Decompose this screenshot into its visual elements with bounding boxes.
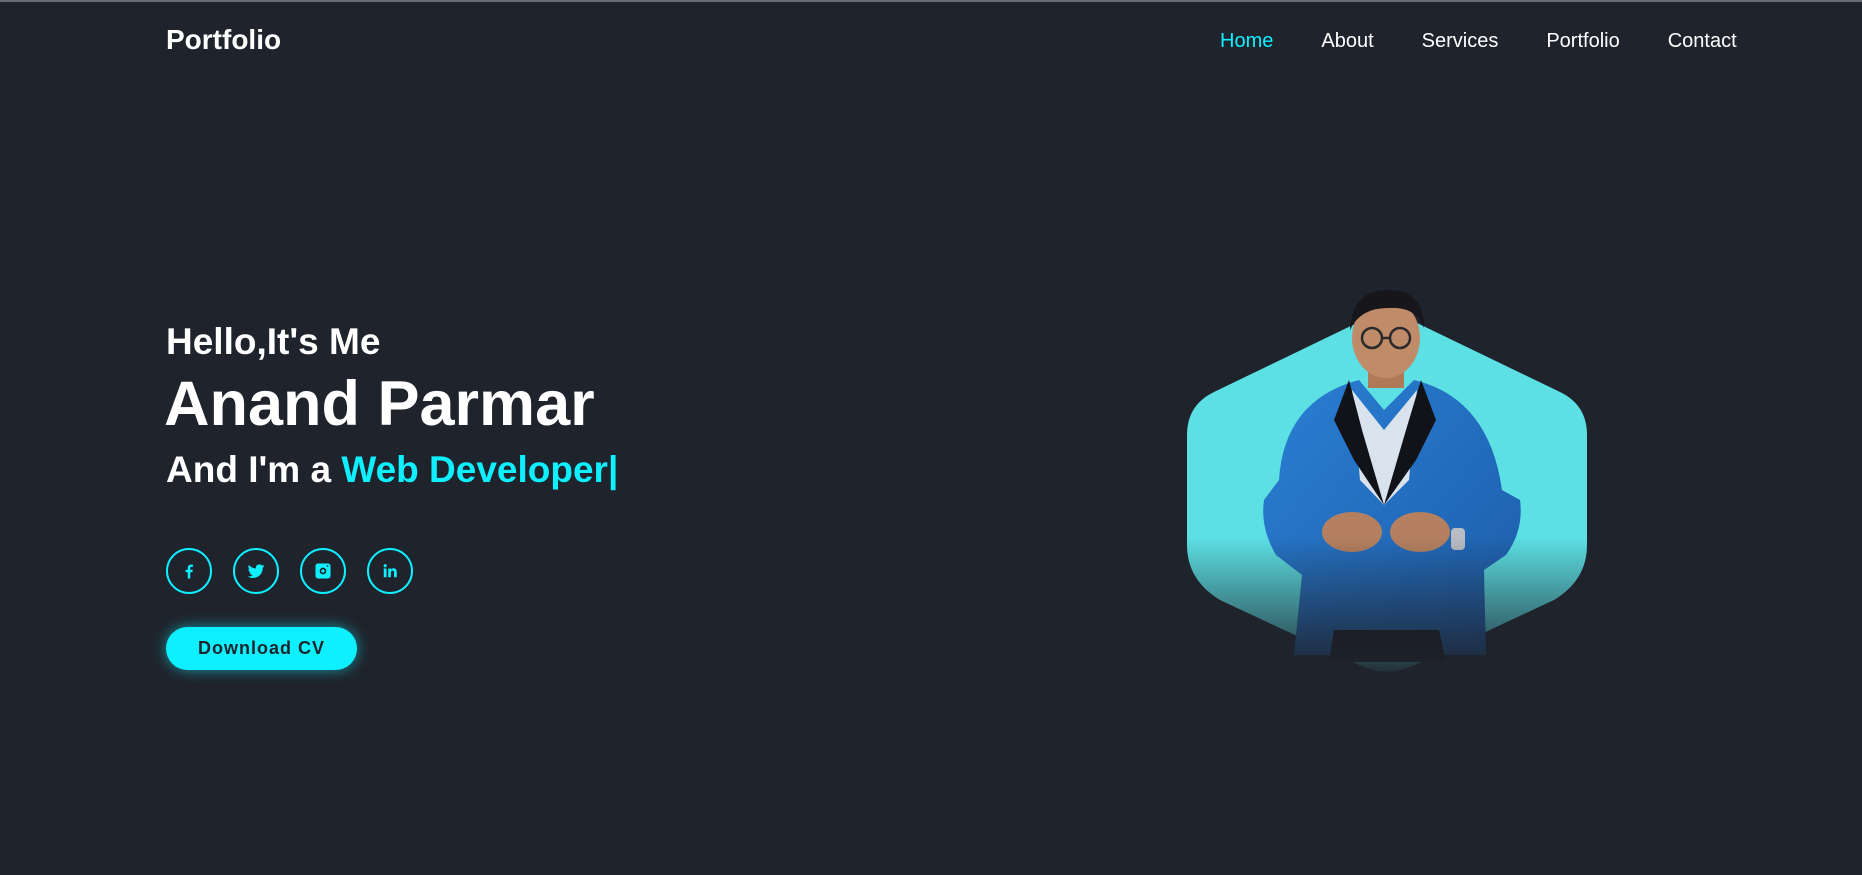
- instagram-link[interactable]: [300, 548, 346, 594]
- linkedin-link[interactable]: [367, 548, 413, 594]
- twitter-icon: [247, 564, 265, 578]
- download-cv-button[interactable]: Download CV: [166, 627, 357, 670]
- site-logo[interactable]: Portfolio: [166, 24, 281, 56]
- role-prefix: And I'm a: [166, 448, 342, 490]
- nav-portfolio[interactable]: Portfolio: [1546, 30, 1619, 53]
- social-links: [166, 548, 434, 594]
- profile-photo: [1184, 280, 1590, 675]
- nav-about[interactable]: About: [1321, 30, 1373, 53]
- nav-contact[interactable]: Contact: [1668, 30, 1737, 53]
- instagram-icon: [315, 563, 331, 579]
- facebook-link[interactable]: [166, 548, 212, 594]
- hero-name: Anand Parmar: [164, 369, 595, 440]
- profile-illustration: [1184, 280, 1590, 675]
- nav-services[interactable]: Services: [1422, 30, 1499, 53]
- hero-greeting: Hello,It's Me: [166, 321, 381, 362]
- nav-home[interactable]: Home: [1220, 30, 1273, 53]
- main-nav: Home About Services Portfolio Contact: [1220, 30, 1785, 53]
- hero-role: And I'm a Web Developer|: [166, 448, 618, 492]
- linkedin-icon: [383, 564, 397, 578]
- facebook-icon: [185, 564, 193, 579]
- role-highlight: Web Developer|: [341, 448, 619, 490]
- site-header: Portfolio Home About Services Portfolio …: [0, 2, 1862, 80]
- twitter-link[interactable]: [233, 548, 279, 594]
- hero-text: Hello,It's Me Anand Parmar And I'm a Web…: [164, 320, 618, 492]
